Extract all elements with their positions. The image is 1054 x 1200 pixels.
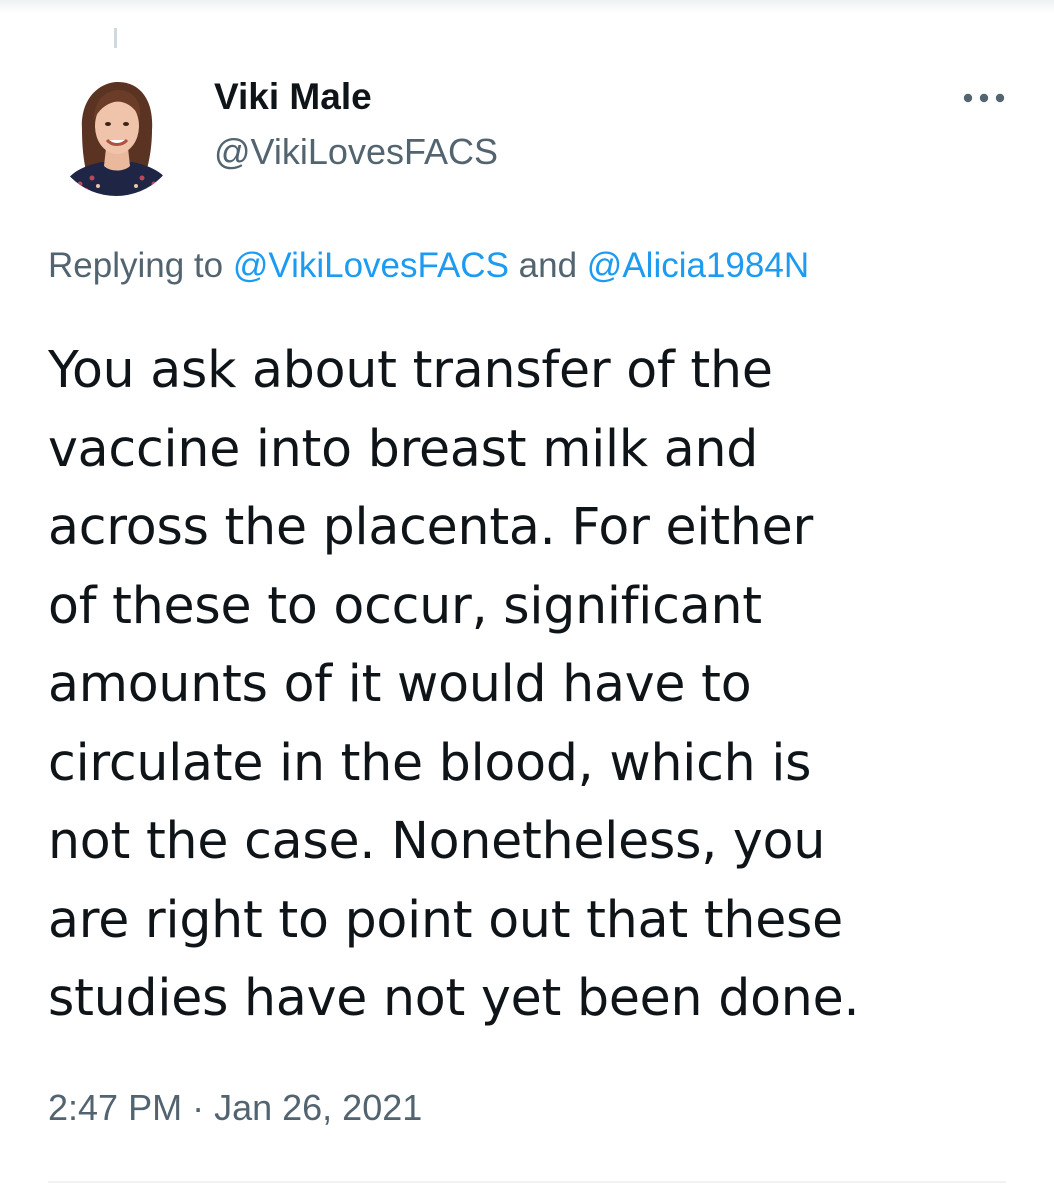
tweet-time[interactable]: 2:47 PM <box>48 1087 182 1128</box>
tweet-text: You ask about transfer of the vaccine in… <box>48 340 860 1027</box>
author-handle[interactable]: @VikiLovesFACS <box>214 131 498 173</box>
reply-joiner: and <box>508 246 587 285</box>
thread-connector-line <box>114 28 117 48</box>
author-display-name[interactable]: Viki Male <box>214 76 372 118</box>
more-horizontal-icon <box>963 93 1005 103</box>
divider <box>48 1181 1006 1183</box>
tweet-date[interactable]: Jan 26, 2021 <box>214 1087 422 1128</box>
mention-link[interactable]: @Alicia1984N <box>587 246 809 285</box>
tweet-timestamp[interactable]: 2:47 PM · Jan 26, 2021 <box>48 1086 422 1130</box>
timestamp-separator: · <box>182 1087 215 1128</box>
reply-prefix: Replying to <box>48 246 233 285</box>
mention-link[interactable]: @VikiLovesFACS <box>233 246 509 285</box>
reply-context: Replying to @VikiLovesFACS and @Alicia19… <box>48 244 809 288</box>
avatar[interactable] <box>52 68 180 196</box>
profile-photo-icon <box>52 68 180 196</box>
more-options-button[interactable] <box>956 78 1012 118</box>
top-edge-shadow <box>0 0 1054 14</box>
